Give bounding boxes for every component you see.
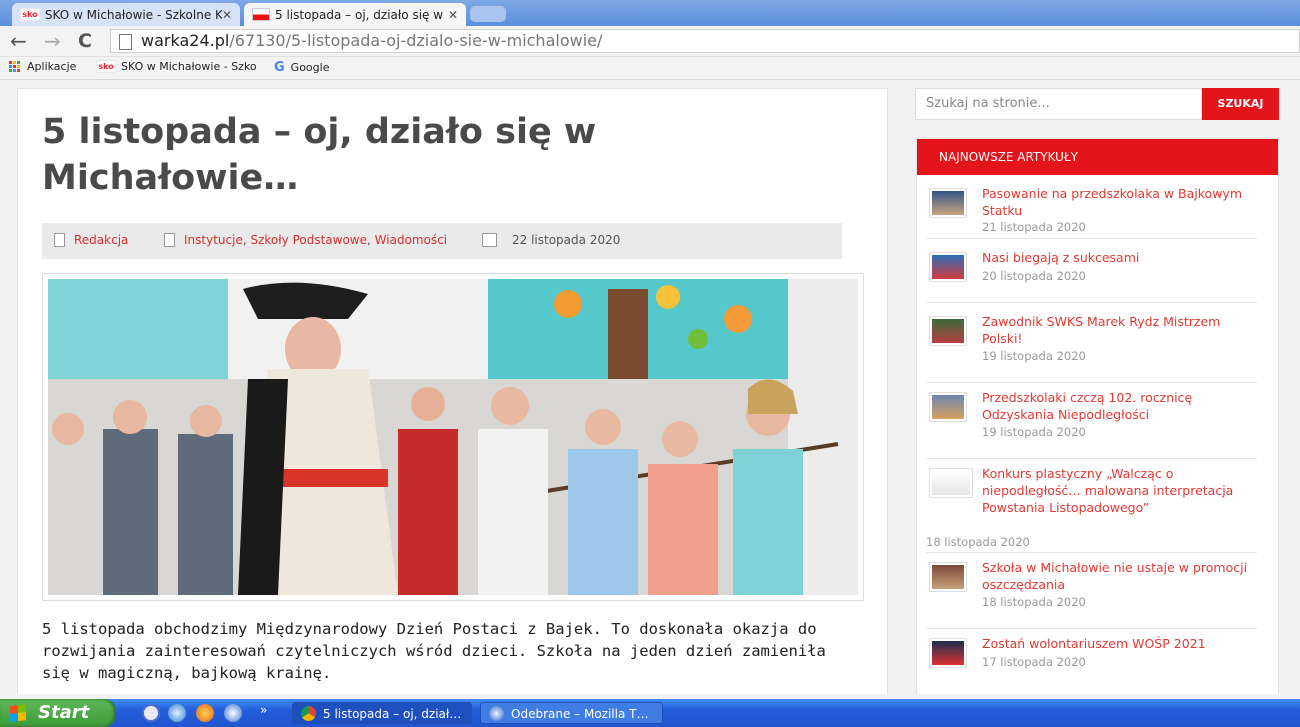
tab-label: 5 listopada – oj, działo się w	[275, 7, 444, 22]
show-desktop-icon[interactable]	[142, 704, 160, 722]
post-date: 17 listopada 2020	[982, 655, 1086, 669]
firefox-quicklaunch-icon[interactable]	[196, 704, 214, 722]
category-icon	[164, 233, 175, 247]
bookmark-label: SKO w Michałowie - Szko	[121, 60, 257, 73]
bookmark-label: Aplikacje	[27, 60, 77, 73]
category-list: Instytucje, Szkoły Podstawowe, Wiadomośc…	[184, 233, 447, 247]
list-item[interactable]: Szkoła w Michałowie nie ustaje w promocj…	[926, 559, 1257, 629]
list-item[interactable]: Zostań wolontariuszem WOŚP 2021 17 listo…	[926, 635, 1257, 688]
bookmark-label: Google	[290, 61, 330, 74]
search-button[interactable]: SZUKAJ	[1202, 88, 1279, 120]
taskbar: Start » 5 listopada – oj, dział… Odebran…	[0, 699, 1300, 727]
article-photo-frame	[42, 273, 864, 601]
tab-close-icon[interactable]: ✕	[222, 8, 232, 22]
bookmarks-bar: Aplikacje sko SKO w Michałowie - Szko G …	[0, 57, 1300, 80]
taskbar-window-label: 5 listopada – oj, dział…	[323, 707, 462, 721]
category-link-instytucje[interactable]: Instytucje	[184, 233, 243, 247]
post-title[interactable]: Konkurs plastyczny „Walcząc o niepodległ…	[982, 465, 1254, 516]
google-icon: G	[274, 60, 285, 75]
tab-5-listopada[interactable]: 5 listopada – oj, działo się w ✕	[244, 3, 466, 26]
sko-favicon: sko	[20, 8, 40, 21]
flag-favicon	[252, 8, 270, 21]
page-viewport: 5 listopada – oj, działo się w Michałowi…	[0, 80, 1300, 694]
bookmark-google[interactable]: G Google	[274, 60, 329, 75]
post-date: 19 listopada 2020	[982, 349, 1086, 363]
quicklaunch-icon[interactable]	[224, 704, 242, 722]
widget-title: NAJNOWSZE ARTYKUŁY	[917, 139, 1278, 175]
author-link[interactable]: Redakcja	[74, 233, 128, 247]
post-thumbnail[interactable]	[929, 316, 967, 346]
category-link-wiadomosci[interactable]: Wiadomości	[375, 233, 447, 247]
taskbar-window-thunderbird[interactable]: Odebrane – Mozilla T…	[480, 702, 663, 724]
tab-label: SKO w Michałowie - Szkolne K	[44, 7, 222, 22]
post-thumbnail[interactable]	[929, 188, 967, 218]
post-date: 18 listopada 2020	[982, 595, 1086, 609]
browser-tab-strip: sko SKO w Michałowie - Szkolne K ✕ 5 lis…	[0, 0, 1300, 26]
bookmark-sko[interactable]: sko SKO w Michałowie - Szko	[96, 60, 259, 73]
back-arrow-icon[interactable]: ←	[10, 30, 27, 52]
url-path: /67130/5-listopada-oj-dzialo-sie-w-micha…	[229, 31, 603, 50]
post-date: 21 listopada 2020	[982, 220, 1086, 234]
post-thumbnail[interactable]	[929, 638, 967, 668]
post-title[interactable]: Szkoła w Michałowie nie ustaje w promocj…	[982, 559, 1254, 593]
thunderbird-quicklaunch-icon[interactable]	[168, 704, 186, 722]
sko-favicon: sko	[96, 60, 116, 73]
list-item[interactable]: Nasi biegają z sukcesami 20 listopada 20…	[926, 249, 1257, 303]
chrome-icon	[301, 706, 316, 721]
forward-arrow-icon[interactable]: →	[44, 30, 61, 52]
latest-articles-widget: NAJNOWSZE ARTYKUŁY Pasowanie na przedszk…	[916, 138, 1279, 694]
search-placeholder: Szukaj na stronie...	[926, 96, 1050, 111]
author-icon	[54, 233, 65, 247]
article-date: 22 listopada 2020	[512, 233, 621, 247]
windows-logo-icon	[10, 704, 26, 722]
url-host: warka24.pl	[141, 31, 230, 50]
post-date: 18 listopada 2020	[926, 535, 1030, 549]
post-title[interactable]: Pasowanie na przedszkolaka w Bajkowym St…	[982, 185, 1254, 219]
article-title: 5 listopada – oj, działo się w Michałowi…	[42, 112, 597, 198]
taskbar-window-label: Odebrane – Mozilla T…	[511, 707, 649, 721]
quicklaunch-overflow-icon[interactable]: »	[260, 703, 267, 717]
post-title[interactable]: Zawodnik SWKS Marek Rydz Mistrzem Polski…	[982, 313, 1254, 347]
list-item[interactable]: Konkurs plastyczny „Walcząc o niepodległ…	[926, 465, 1257, 553]
start-label: Start	[38, 702, 90, 723]
post-thumbnail[interactable]	[929, 562, 967, 592]
apps-grid-icon	[9, 61, 20, 72]
category-separator: ,	[367, 233, 375, 247]
browser-toolbar: ← → C warka24.pl/67130/5-listopada-oj-dz…	[0, 26, 1300, 57]
category-link-szkoly[interactable]: Szkoły Podstawowe	[250, 233, 367, 247]
bookmark-aplikacje[interactable]: Aplikacje	[9, 60, 76, 73]
post-title[interactable]: Zostań wolontariuszem WOŚP 2021	[982, 635, 1254, 652]
article-meta: Redakcja Instytucje, Szkoły Podstawowe, …	[42, 223, 842, 259]
post-thumbnail[interactable]	[929, 252, 967, 282]
start-button[interactable]: Start	[0, 699, 116, 727]
article: 5 listopada – oj, działo się w Michałowi…	[17, 88, 888, 694]
post-date: 20 listopada 2020	[982, 269, 1086, 283]
post-date: 19 listopada 2020	[982, 425, 1086, 439]
post-title[interactable]: Nasi biegają z sukcesami	[982, 249, 1254, 266]
list-item[interactable]: Przedszkolaki czczą 102. rocznicę Odzysk…	[926, 389, 1257, 459]
reload-icon[interactable]: C	[78, 30, 92, 52]
post-title[interactable]: Przedszkolaki czczą 102. rocznicę Odzysk…	[982, 389, 1254, 423]
thunderbird-icon	[489, 706, 504, 721]
calendar-icon	[482, 233, 497, 247]
tab-close-icon[interactable]: ✕	[448, 8, 458, 22]
post-thumbnail[interactable]	[929, 468, 973, 498]
list-item[interactable]: Pasowanie na przedszkolaka w Bajkowym St…	[926, 185, 1257, 239]
page-icon	[119, 34, 132, 50]
article-body: 5 listopada obchodzimy Międzynarodowy Dz…	[42, 620, 826, 682]
tab-sko-michalowie[interactable]: sko SKO w Michałowie - Szkolne K ✕	[12, 3, 240, 26]
search-input[interactable]: Szukaj na stronie...	[915, 88, 1202, 120]
article-photo	[48, 279, 858, 595]
address-bar[interactable]: warka24.pl/67130/5-listopada-oj-dzialo-s…	[110, 29, 1300, 53]
post-thumbnail[interactable]	[929, 392, 967, 422]
taskbar-window-chrome[interactable]: 5 listopada – oj, dział…	[292, 702, 472, 724]
new-tab-button[interactable]	[470, 6, 506, 22]
list-item[interactable]: Zawodnik SWKS Marek Rydz Mistrzem Polski…	[926, 313, 1257, 383]
